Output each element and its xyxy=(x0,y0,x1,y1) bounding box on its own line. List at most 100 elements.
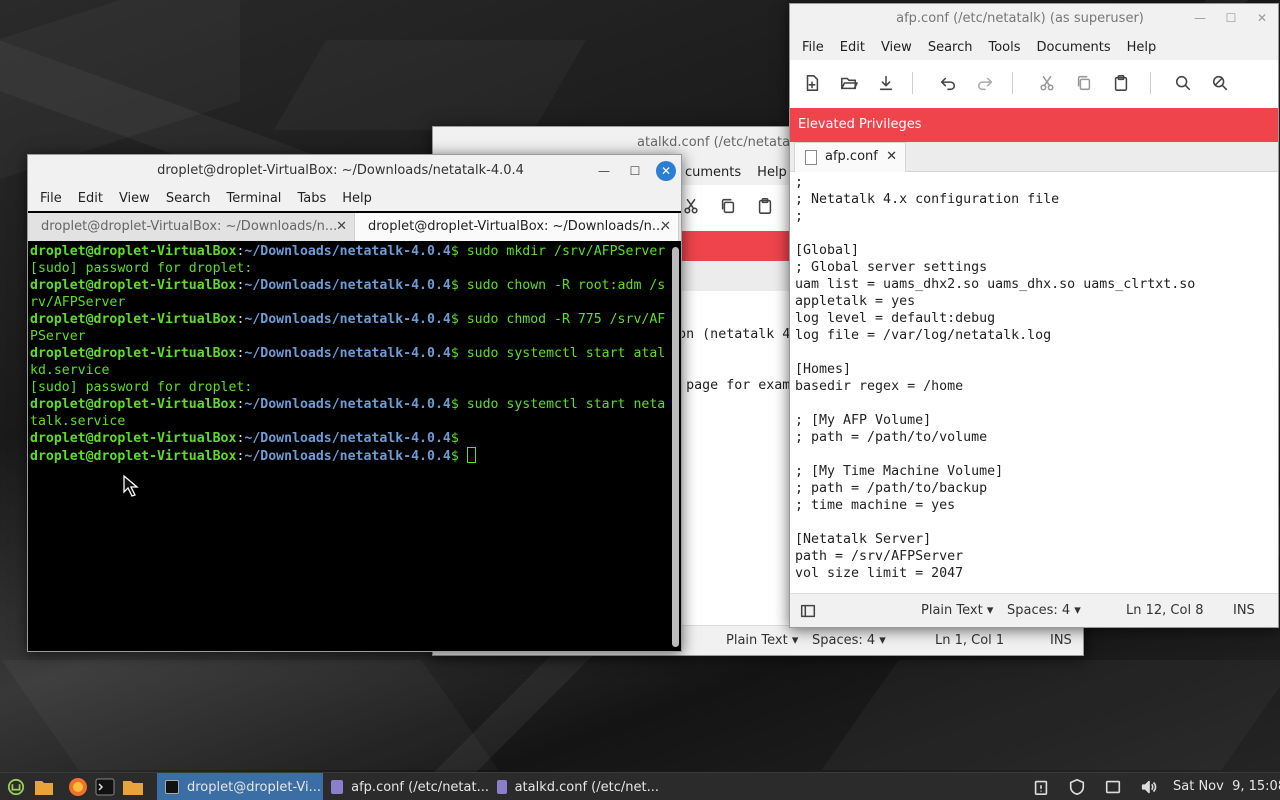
close-tab-icon[interactable]: ✕ xyxy=(886,149,897,164)
terminal-tabbar: droplet@droplet-VirtualBox: ~/Downloads/… xyxy=(28,213,681,241)
terminal-window-title: droplet@droplet-VirtualBox: ~/Downloads/… xyxy=(157,163,524,178)
terminal-scrollbar[interactable] xyxy=(672,247,679,647)
afp-menu-file[interactable]: File xyxy=(794,40,832,55)
wallpaper-block xyxy=(821,660,1280,770)
afp-text-line xyxy=(795,225,1272,242)
close-icon[interactable]: ✕ xyxy=(656,161,676,181)
afp-titlebar[interactable]: afp.conf (/etc/netatalk) (as superuser) … xyxy=(790,4,1278,34)
volume-icon[interactable] xyxy=(1139,777,1159,797)
open-folder-icon[interactable] xyxy=(836,70,862,96)
afp-text-area[interactable]: ; ; Netatalk 4.x configuration file; [Glob… xyxy=(795,174,1272,594)
terminal-window[interactable]: droplet@droplet-VirtualBox: ~/Downloads/… xyxy=(27,154,682,652)
maximize-icon[interactable]: ☐ xyxy=(1221,8,1241,28)
prompt-path: ~/Downloads/netatalk-4.0.4 xyxy=(244,397,451,412)
terminal-output[interactable]: droplet@droplet-VirtualBox:~/Downloads/n… xyxy=(30,243,670,651)
clock[interactable]: Sat Nov 9, 15:08 xyxy=(1173,779,1280,794)
command-text: $ sudo mkdir /srv/AFPServer xyxy=(450,244,666,259)
afp-text-line: ; xyxy=(795,209,804,224)
text-editor-task-icon xyxy=(497,780,507,794)
terminal-titlebar[interactable]: droplet@droplet-VirtualBox: ~/Downloads/… xyxy=(28,155,681,187)
wallpaper-block xyxy=(274,40,586,130)
terminal-line: PServer xyxy=(30,328,670,345)
shield-icon[interactable] xyxy=(1067,777,1087,797)
task-label: droplet@droplet-Vi... xyxy=(187,779,321,795)
afp-text-line: ; path = /path/to/volume xyxy=(795,430,988,445)
minimize-icon[interactable]: — xyxy=(1190,8,1210,28)
cut-icon[interactable] xyxy=(1034,70,1060,96)
mouse-pointer-icon xyxy=(123,474,139,497)
prompt-user: droplet@droplet-VirtualBox xyxy=(30,431,237,446)
network-icon[interactable] xyxy=(1103,777,1123,797)
output-text: rv/AFPServer xyxy=(30,295,126,310)
maximize-icon[interactable]: ☐ xyxy=(625,161,645,181)
afp-menu-documents[interactable]: Documents xyxy=(1029,40,1119,55)
terminal-tab[interactable]: droplet@droplet-VirtualBox: ~/Downloads/… xyxy=(28,213,355,241)
terminal-menu-search[interactable]: Search xyxy=(158,191,219,206)
afp-syntax-selector[interactable]: Plain Text ▾ xyxy=(921,603,993,618)
taskbar-task-terminal[interactable]: droplet@droplet-Vi... xyxy=(157,773,323,800)
afp-editor-window[interactable]: afp.conf (/etc/netatalk) (as superuser) … xyxy=(789,3,1279,628)
sidebar-toggle-icon[interactable] xyxy=(795,598,821,624)
taskbar-task-atalkd[interactable]: atalkd.conf (/etc/net... xyxy=(489,773,659,800)
terminal-menu-help[interactable]: Help xyxy=(334,191,380,206)
terminal-cursor xyxy=(466,447,476,463)
atalkd-spaces-selector[interactable]: Spaces: 4 ▾ xyxy=(812,633,886,648)
taskbar: droplet@droplet-Vi... afp.conf (/etc/net… xyxy=(0,772,1280,800)
atalkd-menu-documents[interactable]: cuments xyxy=(677,165,749,180)
terminal-line: talk.service xyxy=(30,413,670,430)
afp-document-tab[interactable]: afp.conf ✕ xyxy=(794,142,906,172)
files-icon[interactable] xyxy=(33,776,55,798)
close-tab-icon[interactable]: ✕ xyxy=(336,219,347,234)
prompt-user: droplet@droplet-VirtualBox xyxy=(30,312,237,327)
task-label: afp.conf (/etc/netat... xyxy=(351,779,489,795)
afp-text-line: ; path = /path/to/backup xyxy=(795,481,988,496)
taskbar-task-afp[interactable]: afp.conf (/etc/netat... xyxy=(323,773,489,800)
afp-insert-mode: INS xyxy=(1233,603,1255,618)
close-tab-icon[interactable]: ✕ xyxy=(660,219,671,234)
task-label: atalkd.conf (/etc/net... xyxy=(514,779,659,795)
paste-icon[interactable] xyxy=(1108,70,1134,96)
folder-icon[interactable] xyxy=(121,776,145,798)
terminal-task-icon xyxy=(165,780,179,794)
new-document-icon[interactable] xyxy=(799,70,825,96)
copy-icon[interactable] xyxy=(1071,70,1097,96)
search-icon[interactable] xyxy=(1170,70,1196,96)
afp-spaces-selector[interactable]: Spaces: 4 ▾ xyxy=(1007,603,1081,618)
find-replace-icon[interactable] xyxy=(1207,70,1233,96)
prompt-user: droplet@droplet-VirtualBox xyxy=(30,346,237,361)
afp-menu-tools[interactable]: Tools xyxy=(980,40,1028,55)
terminal-menu-tabs[interactable]: Tabs xyxy=(289,191,334,206)
copy-icon[interactable] xyxy=(715,193,741,219)
terminal-menu-file[interactable]: File xyxy=(32,191,70,206)
elevated-privileges-banner: Elevated Privileges xyxy=(790,108,1278,142)
terminal-menu-edit[interactable]: Edit xyxy=(70,191,111,206)
command-text: $ sudo systemctl start neta xyxy=(450,397,666,412)
minimize-icon[interactable]: — xyxy=(594,161,614,181)
clipboard-icon[interactable] xyxy=(1031,777,1051,797)
afp-menu-view[interactable]: View xyxy=(873,40,920,55)
atalkd-syntax-selector[interactable]: Plain Text ▾ xyxy=(726,633,798,648)
afp-menu-help[interactable]: Help xyxy=(1119,40,1165,55)
terminal-menu-view[interactable]: View xyxy=(111,191,158,206)
paste-icon[interactable] xyxy=(752,193,778,219)
afp-text-line: ; Global server settings xyxy=(795,260,988,275)
afp-text-line: [Global] xyxy=(795,243,860,258)
undo-icon[interactable] xyxy=(935,70,961,96)
redo-icon[interactable] xyxy=(972,70,998,96)
afp-text-line: ; xyxy=(795,175,804,190)
terminal-tab-active[interactable]: droplet@droplet-VirtualBox: ~/Downloads/… xyxy=(355,213,679,241)
command-text: $ sudo chmod -R 775 /srv/AF xyxy=(450,312,666,327)
terminal-menu-terminal[interactable]: Terminal xyxy=(218,191,289,206)
atalkd-menu-help[interactable]: Help xyxy=(749,165,795,180)
afp-menu-search[interactable]: Search xyxy=(920,40,981,55)
atalkd-syntax-label: Plain Text xyxy=(726,633,788,648)
terminal-launcher-icon[interactable] xyxy=(94,776,116,798)
menu-icon[interactable] xyxy=(5,776,27,798)
afp-text-line: vol size limit = 2047 xyxy=(795,566,964,581)
firefox-icon[interactable] xyxy=(67,776,89,798)
output-text: talk.service xyxy=(30,414,126,429)
save-icon[interactable] xyxy=(873,70,899,96)
close-icon[interactable]: ✕ xyxy=(1252,8,1272,28)
prompt-path: ~/Downloads/netatalk-4.0.4 xyxy=(244,244,451,259)
afp-menu-edit[interactable]: Edit xyxy=(832,40,873,55)
